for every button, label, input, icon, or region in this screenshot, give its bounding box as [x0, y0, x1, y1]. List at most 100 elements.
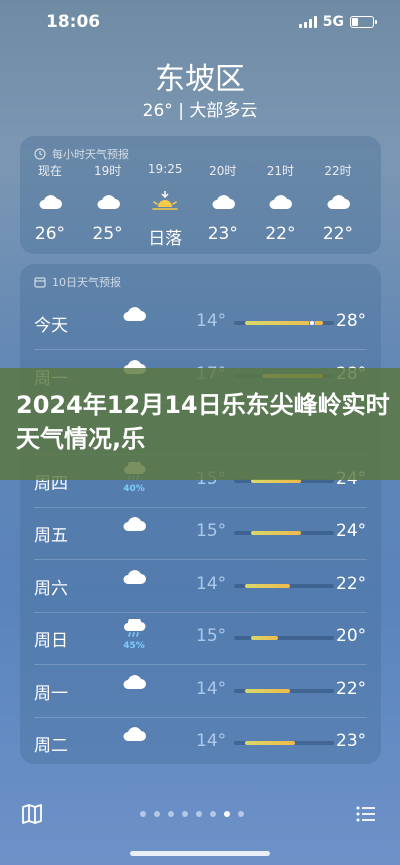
cloud-icon — [198, 186, 248, 216]
daily-row[interactable]: 周一 14° 22° — [20, 666, 381, 718]
list-icon — [356, 806, 375, 822]
temp-range-track — [234, 688, 334, 693]
cloud-icon — [313, 186, 363, 216]
hourly-forecast-title: 每小时天气预报 — [52, 148, 129, 161]
precip-chance: 40% — [123, 483, 145, 494]
daily-row[interactable]: 周日 45% 15° 20° — [20, 613, 381, 665]
hour-time: 20时 — [209, 164, 237, 176]
temp-range-bar — [250, 531, 301, 535]
map-button[interactable] — [20, 802, 44, 830]
temp-range-track — [234, 583, 334, 588]
day-name: 今天 — [34, 316, 68, 336]
cloud-icon — [118, 567, 150, 589]
low-temp: 14° — [196, 678, 227, 699]
status-time: 18:06 — [46, 12, 101, 32]
low-temp: 14° — [196, 573, 227, 594]
signal-icon — [298, 16, 317, 28]
cloud-icon — [118, 724, 150, 746]
calendar-icon — [34, 277, 46, 288]
hour-temp: 日落 — [148, 229, 183, 249]
map-icon — [22, 804, 42, 824]
day-name: 周五 — [34, 526, 68, 546]
battery-icon — [350, 16, 377, 28]
page-indicator[interactable] — [140, 811, 244, 817]
page-dot[interactable] — [210, 811, 216, 817]
daily-forecast-title: 10日天气预报 — [52, 276, 121, 289]
page-dot[interactable] — [238, 811, 244, 817]
cloud-icon — [83, 186, 133, 216]
cloud-icon — [25, 186, 75, 216]
hourly-item: 19:25 日落 — [140, 162, 190, 249]
daily-row[interactable]: 今天 14° 28° — [20, 298, 381, 350]
hour-time: 22时 — [324, 164, 352, 176]
hour-temp: 25° — [92, 224, 123, 244]
daily-row[interactable]: 周五 15° 24° — [20, 508, 381, 560]
high-temp: 24° — [336, 521, 367, 541]
hourly-item: 22时 22° — [313, 162, 363, 244]
low-temp: 14° — [196, 311, 227, 331]
bottom-toolbar — [0, 792, 400, 836]
cloud-icon — [118, 304, 150, 326]
daily-row[interactable]: 周六 14° 22° — [20, 561, 381, 613]
low-temp: 15° — [196, 521, 227, 541]
hour-temp: 23° — [207, 224, 238, 244]
day-name: 周一 — [34, 683, 68, 704]
cloud-icon — [118, 514, 150, 536]
hour-temp: 26° — [34, 224, 66, 244]
network-type: 5G — [322, 14, 344, 30]
hour-time: 19:25 — [147, 162, 183, 176]
high-temp: 22° — [336, 573, 367, 594]
temp-range-bar — [245, 741, 296, 745]
hourly-forecast-header: 每小时天气预报 — [34, 146, 129, 162]
temp-range-bar — [245, 688, 290, 693]
hour-time: 19时 — [93, 164, 122, 176]
city-list-button[interactable] — [354, 802, 378, 830]
low-temp: 14° — [196, 731, 227, 751]
temp-range-track — [234, 636, 334, 640]
page-dot[interactable] — [154, 811, 160, 817]
clock-icon — [34, 148, 46, 160]
rain-cloud-icon: 45% — [118, 615, 150, 651]
temp-range-track — [234, 741, 334, 745]
temp-range-track — [234, 320, 334, 326]
low-temp: 15° — [196, 626, 227, 646]
headline-text: 2024年12月14日乐东尖峰岭实时天气情况,乐 — [16, 391, 390, 453]
temp-range-bar — [250, 636, 279, 640]
daily-forecast-header: 10日天气预报 — [34, 274, 121, 290]
daily-row[interactable]: 周二 14° 23° — [20, 718, 381, 770]
temp-range-bar — [245, 583, 290, 588]
cloud-icon — [255, 186, 305, 216]
headline-banner: 2024年12月14日乐东尖峰岭实时天气情况,乐 — [0, 368, 400, 480]
page-dot[interactable] — [182, 811, 188, 817]
precip-chance: 45% — [123, 641, 145, 651]
high-temp: 28° — [336, 311, 367, 331]
page-dot[interactable] — [140, 811, 146, 817]
temp-range-track — [234, 531, 334, 535]
page-dot[interactable] — [224, 811, 230, 817]
day-name: 周六 — [34, 578, 68, 599]
status-bar: 18:06 5G — [0, 0, 400, 44]
home-indicator[interactable] — [130, 851, 270, 856]
sunset-icon — [140, 186, 190, 216]
hour-time: 21时 — [266, 164, 295, 176]
hour-temp: 22° — [322, 224, 354, 244]
high-temp: 22° — [336, 678, 367, 699]
high-temp: 20° — [336, 626, 367, 646]
day-name: 周日 — [34, 631, 68, 651]
hourly-item: 现在 26° — [25, 162, 75, 244]
page-dot[interactable] — [168, 811, 174, 817]
hourly-forecast-card[interactable]: 每小时天气预报 现在 26° 19时 25° 19:25 日落 20时 23° 21时 22° 22… — [20, 136, 381, 254]
current-conditions: 26° | 大部多云 — [142, 101, 258, 121]
hourly-item: 21时 22° — [255, 162, 305, 244]
high-temp: 23° — [336, 731, 367, 751]
hourly-item: 20时 23° — [198, 162, 248, 244]
day-name: 周二 — [34, 736, 68, 756]
current-temp-dot — [308, 320, 315, 326]
location-name: 东坡区 — [155, 62, 245, 97]
hour-temp: 22° — [265, 224, 296, 244]
hour-time: 现在 — [37, 164, 62, 176]
status-icons: 5G — [298, 14, 377, 30]
cloud-icon — [118, 672, 150, 694]
daily-forecast-card[interactable]: 10日天气预报 今天14°28°周一17°28°周四40%15°24°周五15°… — [20, 264, 381, 764]
page-dot[interactable] — [196, 811, 202, 817]
